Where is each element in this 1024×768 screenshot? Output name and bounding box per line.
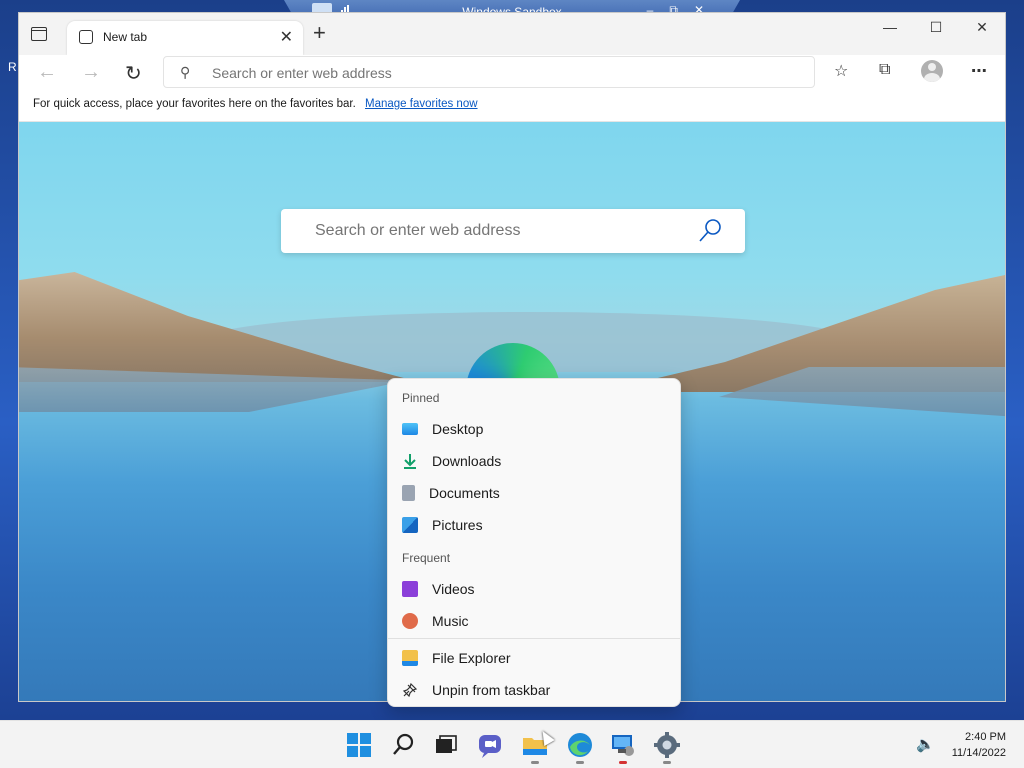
downloads-icon <box>404 454 416 469</box>
clock-time: 2:40 PM <box>965 731 1006 743</box>
jumplist-item-unpin[interactable]: Unpin from taskbar <box>402 675 668 705</box>
start-button[interactable] <box>345 731 373 759</box>
jumplist-item-documents[interactable]: Documents <box>402 478 668 508</box>
jumplist-item-videos[interactable]: Videos <box>402 574 668 604</box>
volume-icon[interactable]: 🔈 <box>916 735 935 753</box>
more-options-icon[interactable]: ⋯ <box>971 61 987 81</box>
forward-button[interactable]: → <box>81 61 101 84</box>
clock-date: 11/14/2022 <box>951 747 1006 759</box>
close-button[interactable]: ✕ <box>959 19 1005 36</box>
jumplist-item-label: Desktop <box>432 421 484 437</box>
new-tab-favicon-icon <box>79 30 93 44</box>
search-icon[interactable] <box>390 731 418 759</box>
jumplist-item-label: Pictures <box>432 517 483 533</box>
remote-desktop-icon[interactable] <box>609 731 637 764</box>
jumplist-item-music[interactable]: Music <box>402 606 668 636</box>
file-explorer-icon <box>402 650 418 666</box>
pinned-header: Pinned <box>402 391 440 405</box>
jumplist-item-label: Videos <box>432 581 475 597</box>
taskbar-jump-list: Pinned Desktop Downloads Documents Pictu… <box>387 378 681 707</box>
task-view-icon[interactable] <box>432 731 460 759</box>
profile-avatar[interactable] <box>921 60 943 82</box>
jumplist-item-label: Unpin from taskbar <box>432 682 551 698</box>
back-button[interactable]: ← <box>37 61 57 84</box>
jumplist-item-label: Downloads <box>432 453 502 469</box>
jumplist-item-file-explorer[interactable]: File Explorer <box>402 643 668 673</box>
favorites-bar: For quick access, place your favorites h… <box>19 95 1005 122</box>
desktop-icon <box>402 423 418 435</box>
favorites-star-icon[interactable]: ☆ <box>834 61 848 81</box>
manage-favorites-link[interactable]: Manage favorites now <box>365 98 478 110</box>
tab-close-icon[interactable]: ✕ <box>280 27 293 47</box>
refresh-button[interactable]: ↻ <box>125 61 142 86</box>
ntp-search-input[interactable] <box>315 220 695 242</box>
tab-strip: New tab ✕ + — ☐ ✕ <box>19 13 1005 55</box>
favorites-bar-text: For quick access, place your favorites h… <box>33 98 356 110</box>
documents-icon <box>402 485 415 501</box>
frequent-header: Frequent <box>402 551 451 565</box>
pictures-icon <box>402 517 418 533</box>
address-bar[interactable]: ⚲ <box>163 56 815 88</box>
clock[interactable]: 2:40 PM 11/14/2022 <box>952 729 1006 761</box>
stray-letter: R <box>8 60 17 74</box>
browser-toolbar: ← → ↻ ⚲ ☆ ⧉ ⋯ <box>19 55 1005 95</box>
chat-icon[interactable] <box>476 731 504 759</box>
settings-gear-icon[interactable] <box>653 731 681 764</box>
jumplist-item-label: Music <box>432 613 469 629</box>
jumplist-item-downloads[interactable]: Downloads <box>402 446 668 476</box>
music-icon <box>402 613 418 629</box>
tab-new-tab[interactable]: New tab ✕ <box>67 21 303 55</box>
search-icon[interactable] <box>697 217 723 245</box>
search-icon: ⚲ <box>180 64 191 80</box>
minimize-button[interactable]: — <box>867 19 913 36</box>
jumplist-item-label: Documents <box>429 485 500 501</box>
collections-icon[interactable]: ⧉ <box>879 61 890 79</box>
new-tab-button[interactable]: + <box>313 22 326 44</box>
taskbar: 🔈 2:40 PM 11/14/2022 <box>0 720 1024 768</box>
maximize-button[interactable]: ☐ <box>913 19 959 36</box>
jumplist-divider <box>388 638 680 639</box>
jumplist-item-pictures[interactable]: Pictures <box>402 510 668 540</box>
unpin-icon <box>402 682 418 698</box>
videos-icon <box>402 581 418 597</box>
jumplist-item-label: File Explorer <box>432 650 511 666</box>
jumplist-item-desktop[interactable]: Desktop <box>402 414 668 444</box>
edge-taskbar-icon[interactable] <box>566 731 594 764</box>
tab-actions-icon[interactable] <box>31 27 47 41</box>
tab-label: New tab <box>103 30 148 44</box>
address-input[interactable] <box>212 62 792 84</box>
ntp-search-box[interactable] <box>281 209 745 253</box>
